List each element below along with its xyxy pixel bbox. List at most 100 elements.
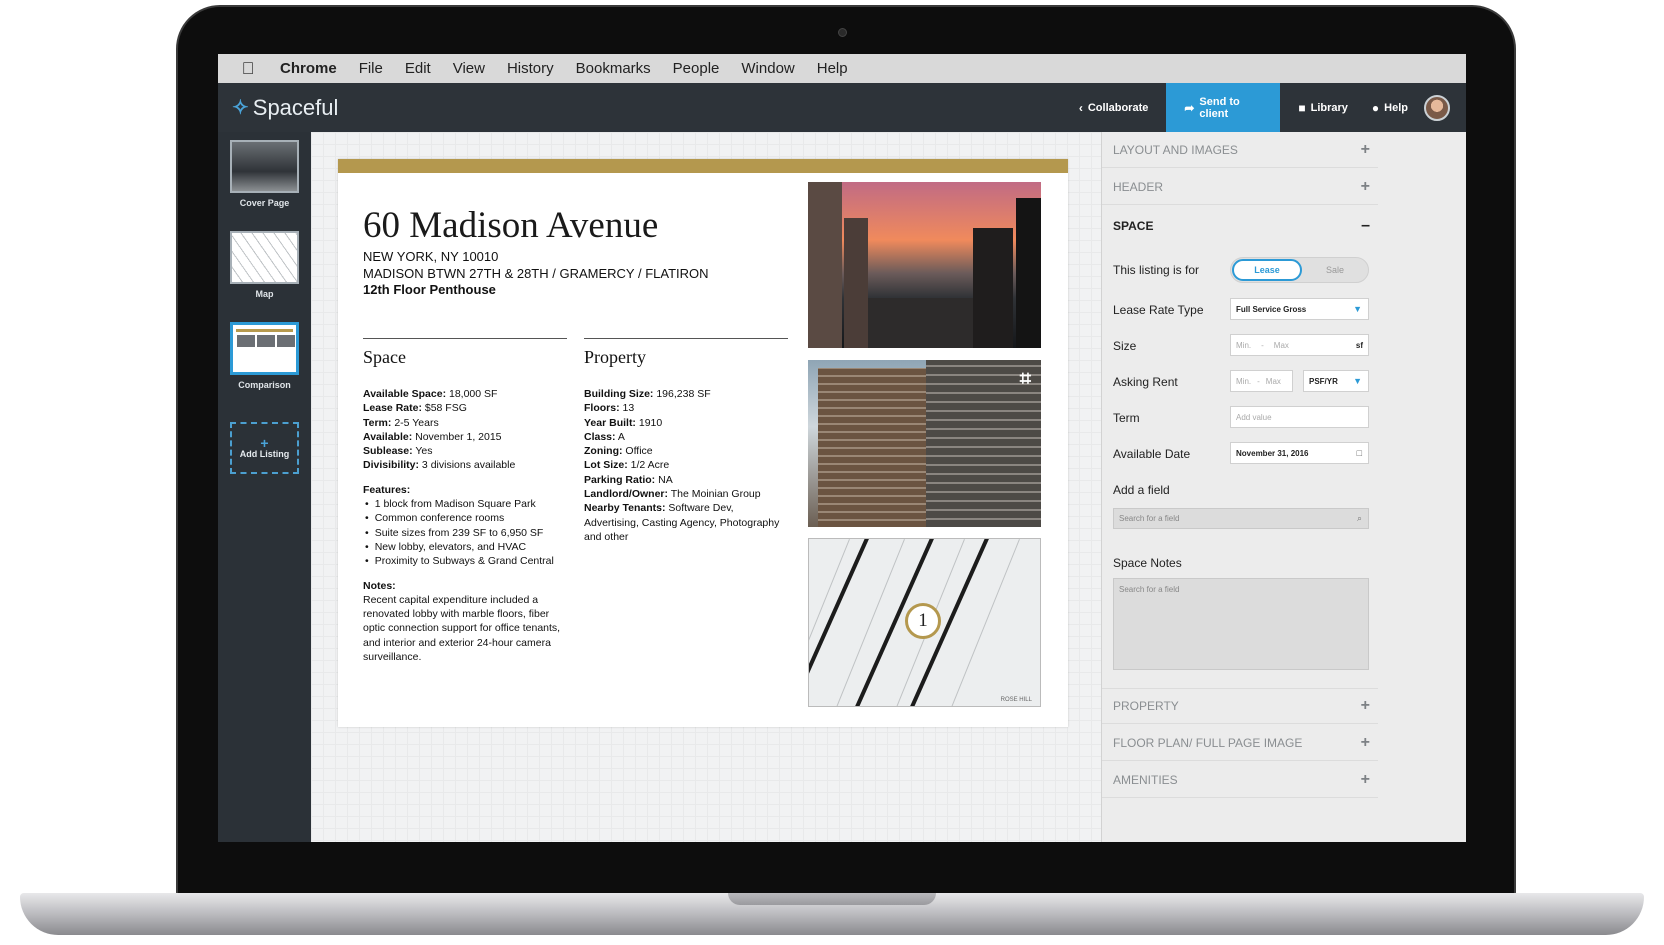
feature-item: Proximity to Subways & Grand Central	[363, 554, 573, 568]
thumb-photo	[277, 335, 295, 347]
library-button[interactable]: ■ Library	[1280, 83, 1366, 132]
menu-edit[interactable]: Edit	[405, 60, 431, 77]
notes-heading: Notes:	[363, 579, 396, 592]
page-thumb-map[interactable]	[230, 231, 299, 284]
avatar[interactable]	[1424, 94, 1450, 121]
gold-header-bar	[338, 159, 1068, 173]
map-avenue	[809, 539, 873, 706]
term-input[interactable]: Add value	[1230, 406, 1369, 428]
menu-bookmarks[interactable]: Bookmarks	[576, 60, 651, 77]
app-header: ✧ Spaceful ‹ Collaborate ➦ Send to clien…	[218, 83, 1466, 132]
building-photo[interactable]: ⌗	[808, 360, 1041, 527]
listing-title: 60 Madison Avenue	[363, 205, 659, 246]
rent-unit-value: PSF/YR	[1309, 376, 1338, 386]
asking-rent-input[interactable]: Min. - Max	[1230, 370, 1293, 392]
add-listing-label: Add Listing	[239, 449, 290, 459]
page-thumb-label: Cover Page	[239, 198, 290, 208]
apple-icon[interactable]: 	[230, 59, 266, 79]
section-label: FLOOR PLAN/ FULL PAGE IMAGE	[1113, 735, 1303, 750]
expand-icon[interactable]: +	[1361, 178, 1370, 196]
lease-rate-select[interactable]: Full Service Gross ▼	[1230, 298, 1369, 320]
lease-sale-toggle[interactable]: Lease Sale	[1230, 257, 1369, 283]
page-thumb-cover[interactable]	[230, 140, 299, 193]
thumb-photo	[237, 335, 255, 347]
search-icon: ⌕	[1356, 513, 1362, 523]
expand-icon[interactable]: +	[1361, 771, 1370, 789]
menu-window[interactable]: Window	[741, 60, 794, 77]
lease-option[interactable]: Lease	[1232, 259, 1302, 281]
section-amenities[interactable]: AMENITIES +	[1102, 762, 1378, 798]
thumb-gold-bar	[236, 329, 293, 332]
features-heading: Features:	[363, 483, 411, 496]
rooftop-photo[interactable]	[808, 182, 1041, 348]
section-header[interactable]: HEADER +	[1102, 169, 1378, 205]
size-unit: sf	[1355, 340, 1363, 350]
help-button[interactable]: ● Help	[1366, 83, 1414, 132]
crop-icon[interactable]: ⌗	[1020, 368, 1031, 391]
lease-rate-value: Full Service Gross	[1236, 304, 1307, 314]
add-field-search[interactable]: Search for a field ⌕	[1113, 508, 1369, 529]
calendar-icon[interactable]: □	[1357, 448, 1362, 458]
location-map[interactable]: 1 ROSE HILL	[808, 538, 1041, 707]
photo-tower	[973, 228, 1013, 348]
help-label: Help	[1384, 101, 1408, 114]
size-min-placeholder: Min.	[1236, 340, 1252, 350]
editor-panel: LAYOUT AND IMAGES + HEADER + SPACE – Thi…	[1101, 132, 1466, 842]
listing-city: NEW YORK, NY 10010	[363, 249, 499, 264]
size-max-placeholder: Max	[1273, 340, 1289, 350]
listing-cross-streets: MADISON BTWN 27TH & 28TH / GRAMERCY / FL…	[363, 266, 709, 281]
available-date-input[interactable]: November 31, 2016 □	[1230, 442, 1369, 464]
section-label: LAYOUT AND IMAGES	[1113, 142, 1238, 157]
map-neighborhood-label: ROSE HILL	[1000, 697, 1032, 703]
asking-max-placeholder: Max	[1265, 376, 1281, 386]
screen:  Chrome File Edit View History Bookmark…	[218, 54, 1466, 842]
range-dash: -	[1257, 376, 1260, 386]
space-details: Available Space: 18,000 SF Lease Rate: $…	[363, 387, 573, 664]
menu-people[interactable]: People	[673, 60, 720, 77]
property-details: Building Size: 196,238 SF Floors: 13 Yea…	[584, 387, 788, 544]
notes-text: Recent capital expenditure included a re…	[363, 593, 561, 664]
app-logo[interactable]: ✧ Spaceful	[232, 95, 338, 121]
map-marker[interactable]: 1	[905, 603, 941, 639]
expand-icon[interactable]: +	[1361, 734, 1370, 752]
spaceful-logo-icon: ✧	[232, 97, 249, 119]
send-to-client-button[interactable]: ➦ Send to client	[1166, 83, 1281, 132]
available-date-value: November 31, 2016	[1236, 448, 1309, 458]
feature-item: Common conference rooms	[363, 511, 573, 525]
page-thumb-comparison[interactable]	[230, 322, 299, 375]
size-range-input[interactable]: Min. - Max sf	[1230, 334, 1369, 356]
rent-unit-select[interactable]: PSF/YR ▼	[1303, 370, 1369, 392]
detail-row: Divisibility: 3 divisions available	[363, 459, 516, 472]
listing-page[interactable]: 60 Madison Avenue NEW YORK, NY 10010 MAD…	[338, 159, 1068, 727]
menu-history[interactable]: History	[507, 60, 554, 77]
menu-help[interactable]: Help	[817, 60, 848, 77]
sale-option[interactable]: Sale	[1302, 259, 1368, 281]
menu-view[interactable]: View	[453, 60, 485, 77]
listing-floor: 12th Floor Penthouse	[363, 282, 496, 297]
space-notes-textarea[interactable]: Search for a field	[1113, 578, 1369, 670]
expand-icon[interactable]: +	[1361, 697, 1370, 715]
collapse-icon[interactable]: –	[1361, 217, 1370, 235]
detail-row: Available: November 1, 2015	[363, 430, 502, 443]
menu-file[interactable]: File	[359, 60, 383, 77]
notes-placeholder: Search for a field	[1119, 585, 1180, 594]
listing-for-label: This listing is for	[1113, 263, 1200, 277]
divider	[363, 338, 567, 339]
property-heading: Property	[584, 347, 646, 367]
feature-item: 1 block from Madison Square Park	[363, 497, 573, 511]
section-layout-and-images[interactable]: LAYOUT AND IMAGES +	[1102, 132, 1378, 168]
laptop-notch	[728, 893, 936, 905]
add-listing-button[interactable]: + Add Listing	[230, 422, 299, 474]
detail-row: Nearby Tenants: Software Dev, Advertisin…	[584, 502, 780, 543]
expand-icon[interactable]: +	[1361, 141, 1370, 159]
section-floor-plan[interactable]: FLOOR PLAN/ FULL PAGE IMAGE +	[1102, 725, 1378, 761]
share-icon: ‹	[1078, 100, 1083, 115]
section-property[interactable]: PROPERTY +	[1102, 688, 1378, 724]
collaborate-button[interactable]: ‹ Collaborate	[1061, 83, 1167, 132]
send-label: Send to client	[1199, 95, 1240, 120]
section-space[interactable]: SPACE –	[1102, 208, 1378, 244]
photo-tower	[844, 218, 868, 348]
page-thumb-label: Map	[255, 289, 274, 299]
forward-arrow-icon: ➦	[1184, 100, 1195, 115]
menu-chrome[interactable]: Chrome	[280, 60, 337, 77]
